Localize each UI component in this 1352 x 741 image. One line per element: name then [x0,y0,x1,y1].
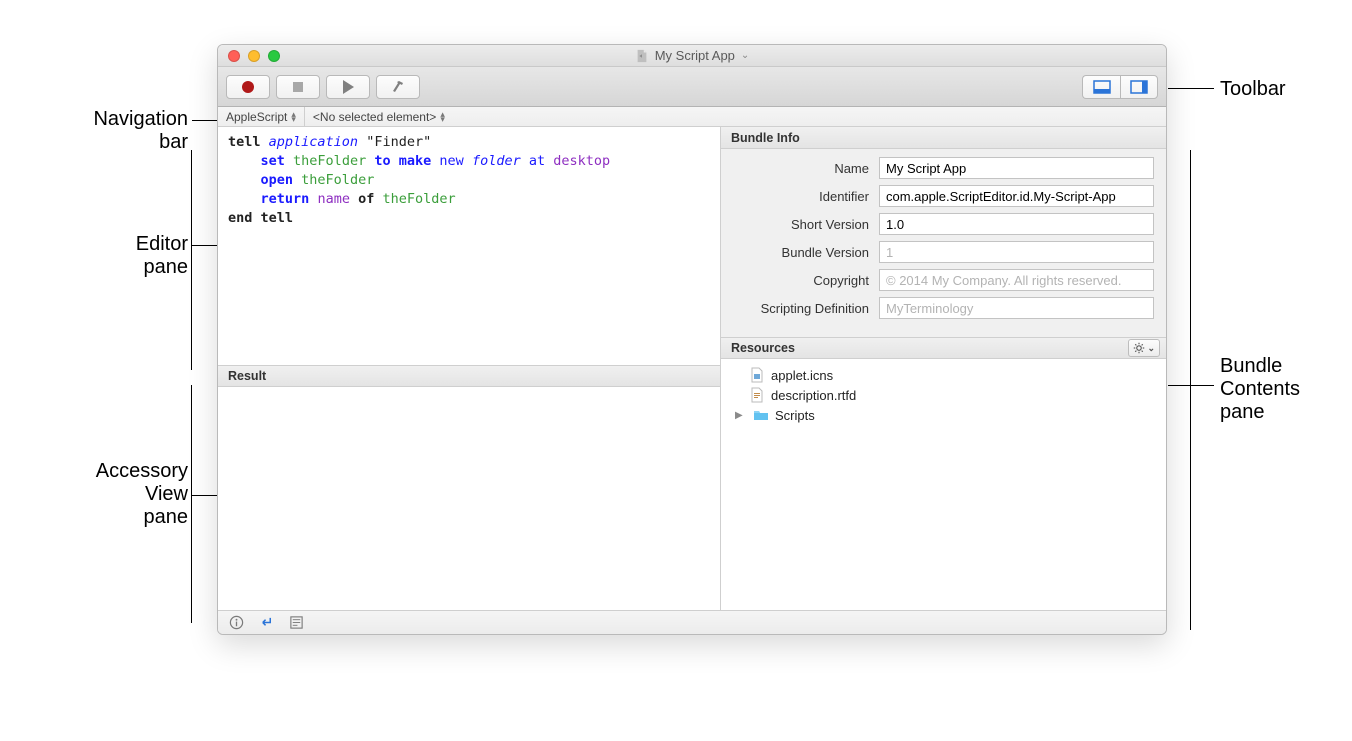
language-label: AppleScript [226,110,287,124]
bottom-pane-icon [1093,80,1111,94]
titlebar: My Script App ⌄ [218,45,1166,67]
copyright-label: Copyright [733,273,879,288]
bundle-info-header: Bundle Info [721,127,1166,149]
bundle-version-field[interactable] [879,241,1154,263]
disclosure-triangle-icon[interactable]: ▶ [735,410,747,421]
description-tab[interactable] [228,615,244,631]
short-version-label: Short Version [733,217,879,232]
minimize-button[interactable] [248,50,260,62]
compile-button[interactable] [376,75,420,99]
updown-icon: ▴▾ [440,112,445,122]
resources-list: applet.icns description.rtfd ▶ Scripts [721,359,1166,610]
play-icon [343,80,354,94]
sdef-field[interactable] [879,297,1154,319]
resources-header: Resources ⌄ [721,337,1166,359]
return-icon [259,615,274,630]
rtfd-file-icon [749,387,765,403]
right-pane-icon [1130,80,1148,94]
icns-file-icon [749,367,765,383]
resource-item[interactable]: description.rtfd [729,385,1158,405]
resource-item[interactable]: applet.icns [729,365,1158,385]
result-tab[interactable] [258,615,274,631]
window: My Script App ⌄ AppleScript ▴▾ <No selec… [217,44,1167,635]
chevron-down-icon: ⌄ [741,50,749,61]
navigation-bar: AppleScript ▴▾ <No selected element> ▴▾ [218,107,1166,127]
record-button[interactable] [226,75,270,99]
window-title: My Script App ⌄ [218,48,1166,63]
bundle-contents-pane: Bundle Info Name Identifier Short Versio… [721,127,1166,610]
sdef-label: Scripting Definition [733,301,879,316]
callout-navbar: Navigation bar [28,108,188,154]
callout-accessory: Accessory View pane [20,460,188,529]
result-header: Result [218,365,720,387]
stop-icon [293,82,303,92]
editor-pane[interactable]: tell application "Finder" set theFolder … [218,127,720,365]
language-popup[interactable]: AppleScript ▴▾ [218,107,305,126]
resource-folder[interactable]: ▶ Scripts [729,405,1158,425]
hammer-icon [390,79,406,95]
toolbar [218,67,1166,107]
identifier-field[interactable] [879,185,1154,207]
record-icon [242,81,254,93]
gear-icon [1133,342,1145,354]
traffic-lights [228,50,280,62]
resources-action-button[interactable]: ⌄ [1128,339,1160,357]
footer-bar [218,610,1166,634]
callout-editor: Editor pane [80,233,188,279]
run-button[interactable] [326,75,370,99]
log-icon [289,615,304,630]
show-bottom-pane-button[interactable] [1082,75,1120,99]
updown-icon: ▴▾ [291,112,296,122]
identifier-label: Identifier [733,189,879,204]
name-field[interactable] [879,157,1154,179]
log-tab[interactable] [288,615,304,631]
close-button[interactable] [228,50,240,62]
window-title-text: My Script App [655,48,735,63]
zoom-button[interactable] [268,50,280,62]
result-pane [218,387,720,610]
stop-button[interactable] [276,75,320,99]
show-right-pane-button[interactable] [1120,75,1158,99]
folder-icon [753,407,769,423]
callout-toolbar: Toolbar [1220,78,1286,101]
element-label: <No selected element> [313,110,436,124]
name-label: Name [733,161,879,176]
copyright-field[interactable] [879,269,1154,291]
bundle-version-label: Bundle Version [733,245,879,260]
chevron-down-icon: ⌄ [1147,343,1155,354]
element-popup[interactable]: <No selected element> ▴▾ [305,107,453,126]
info-icon [229,615,244,630]
script-doc-icon [635,49,649,63]
callout-bundle: Bundle Contents pane [1220,355,1300,424]
short-version-field[interactable] [879,213,1154,235]
